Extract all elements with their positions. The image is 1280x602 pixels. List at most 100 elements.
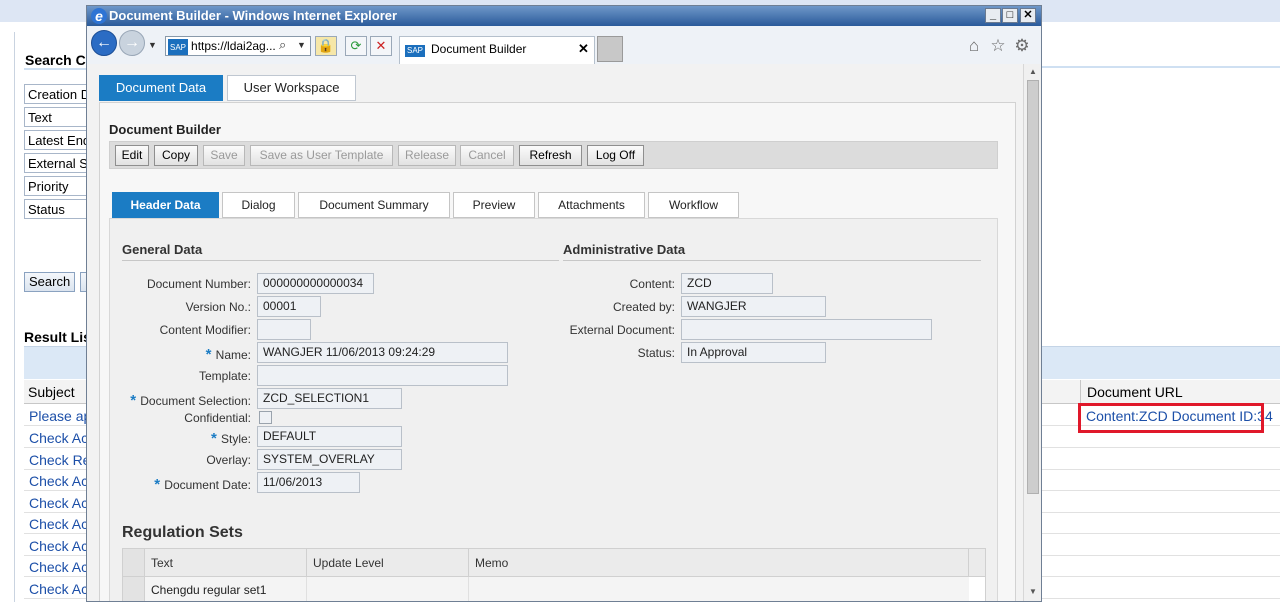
- tab-document-summary[interactable]: Document Summary: [298, 192, 450, 218]
- refresh-button[interactable]: Refresh: [519, 145, 582, 166]
- external-document-field[interactable]: [681, 319, 932, 340]
- content-modifier-field[interactable]: [257, 319, 311, 340]
- maximize-button[interactable]: □: [1002, 8, 1018, 23]
- row-selector[interactable]: [123, 577, 145, 601]
- name-field[interactable]: WANGJER 11/06/2013 09:24:29: [257, 342, 508, 363]
- document-number-field[interactable]: 000000000000034: [257, 273, 374, 294]
- window-titlebar[interactable]: e Document Builder - Windows Internet Ex…: [87, 6, 1041, 26]
- back-icon[interactable]: ←: [91, 30, 117, 56]
- close-window-button[interactable]: ✕: [1020, 8, 1036, 23]
- template-field[interactable]: [257, 365, 508, 386]
- regulation-text-cell[interactable]: Chengdu regular set1: [145, 577, 307, 601]
- document-selection-label: * Document Selection:: [130, 392, 251, 409]
- tab-workflow[interactable]: Workflow: [648, 192, 739, 218]
- required-marker-icon: *: [210, 430, 221, 447]
- refresh-icon[interactable]: ⟳: [345, 36, 367, 56]
- column-header-subject[interactable]: Subject: [24, 380, 94, 404]
- regulation-sets-table: Text Update Level Memo Chengdu regular s…: [122, 548, 986, 601]
- created-by-field[interactable]: WANGJER: [681, 296, 826, 317]
- save-button[interactable]: Save: [203, 145, 245, 166]
- status-field[interactable]: In Approval: [681, 342, 826, 363]
- external-document-label: External Document:: [569, 323, 675, 337]
- row-subject-link[interactable]: Check Ac: [29, 581, 88, 597]
- regulation-update-level-cell[interactable]: [307, 577, 469, 601]
- confidential-checkbox[interactable]: [259, 411, 272, 424]
- copy-button[interactable]: Copy: [154, 145, 198, 166]
- stop-icon[interactable]: ✕: [370, 36, 392, 56]
- search-field-status[interactable]: Status: [24, 199, 94, 219]
- divider: [1042, 66, 1280, 68]
- document-selection-field[interactable]: ZCD_SELECTION1: [257, 388, 402, 409]
- row-subject-link[interactable]: Check Ac: [29, 495, 88, 511]
- scroll-down-icon[interactable]: ▼: [1027, 586, 1039, 598]
- vertical-scrollbar[interactable]: ▲ ▼: [1023, 64, 1041, 601]
- new-tab-button[interactable]: [597, 36, 623, 62]
- tab-header-data[interactable]: Header Data: [112, 192, 219, 218]
- ie-logo-icon: e: [91, 8, 107, 24]
- close-tab-icon[interactable]: ✕: [578, 37, 589, 61]
- header-filler: [969, 549, 985, 577]
- section-divider: [563, 260, 981, 261]
- search-icon[interactable]: ⌕: [279, 37, 286, 53]
- select-all-cell[interactable]: [123, 549, 145, 577]
- edit-button[interactable]: Edit: [115, 145, 149, 166]
- version-field[interactable]: 00001: [257, 296, 321, 317]
- version-label: Version No.:: [185, 300, 251, 314]
- content-field[interactable]: ZCD: [681, 273, 773, 294]
- tab-attachments[interactable]: Attachments: [538, 192, 645, 218]
- browser-tab[interactable]: SAP Document Builder ✕: [399, 36, 595, 64]
- style-label: * Style:: [210, 430, 251, 447]
- style-field[interactable]: DEFAULT: [257, 426, 402, 447]
- document-date-label: * Document Date:: [154, 476, 251, 493]
- log-off-button[interactable]: Log Off: [587, 145, 644, 166]
- created-by-label: Created by:: [612, 300, 675, 314]
- minimize-button[interactable]: _: [985, 8, 1001, 23]
- favorites-icon[interactable]: ☆: [988, 36, 1008, 56]
- address-bar[interactable]: SAP https://ldai2ag...: [165, 36, 311, 56]
- status-label: Status:: [637, 346, 675, 360]
- regulation-memo-cell[interactable]: [469, 577, 969, 601]
- column-header-update-level[interactable]: Update Level: [307, 549, 469, 577]
- address-dropdown-icon[interactable]: ▼: [297, 40, 306, 50]
- home-icon[interactable]: ⌂: [964, 36, 984, 56]
- sap-site-icon: SAP: [168, 39, 189, 55]
- tab-user-workspace[interactable]: User Workspace: [227, 75, 356, 101]
- row-subject-link[interactable]: Check Re: [29, 452, 90, 468]
- search-field-text[interactable]: Text: [24, 107, 94, 127]
- release-button[interactable]: Release: [398, 145, 456, 166]
- row-subject-link[interactable]: Check Ac: [29, 473, 88, 489]
- search-field-priority[interactable]: Priority: [24, 176, 94, 196]
- row-subject-link[interactable]: Check Ac: [29, 516, 88, 532]
- required-marker-icon: *: [130, 392, 141, 409]
- search-field-external[interactable]: External S: [24, 153, 94, 173]
- scrollbar-thumb[interactable]: [1027, 80, 1039, 494]
- column-header-text[interactable]: Text: [145, 549, 307, 577]
- row-subject-link[interactable]: Please ap: [29, 408, 91, 424]
- row-subject-link[interactable]: Check Ac: [29, 538, 88, 554]
- settings-gear-icon[interactable]: ⚙: [1012, 36, 1032, 56]
- document-number-label: Document Number:: [146, 277, 251, 291]
- search-button[interactable]: Search: [24, 272, 76, 292]
- search-field-creation-date[interactable]: Creation D: [24, 84, 94, 104]
- column-header-document-url[interactable]: Document URL: [1080, 380, 1280, 404]
- sap-tab-icon: SAP: [405, 45, 426, 57]
- tab-preview[interactable]: Preview: [453, 192, 535, 218]
- name-label: * Name:: [205, 346, 251, 363]
- lock-icon[interactable]: 🔒: [315, 36, 337, 56]
- administrative-data-title: Administrative Data: [563, 242, 686, 257]
- row-subject-link[interactable]: Check Ac: [29, 559, 88, 575]
- row-subject-link[interactable]: Check Ac: [29, 430, 88, 446]
- save-as-template-button[interactable]: Save as User Template: [250, 145, 393, 166]
- column-header-memo[interactable]: Memo: [469, 549, 969, 577]
- tab-dialog[interactable]: Dialog: [222, 192, 295, 218]
- overlay-field[interactable]: SYSTEM_OVERLAY: [257, 449, 402, 470]
- forward-icon[interactable]: →: [119, 30, 145, 56]
- cancel-button[interactable]: Cancel: [460, 145, 514, 166]
- tab-document-data[interactable]: Document Data: [99, 75, 223, 101]
- content-modifier-label: Content Modifier:: [159, 323, 251, 337]
- document-date-field[interactable]: 11/06/2013: [257, 472, 360, 493]
- scroll-up-icon[interactable]: ▲: [1027, 66, 1039, 78]
- divider: [24, 68, 88, 70]
- search-field-latest-end[interactable]: Latest End: [24, 130, 94, 150]
- history-dropdown-icon[interactable]: ▼: [148, 40, 157, 50]
